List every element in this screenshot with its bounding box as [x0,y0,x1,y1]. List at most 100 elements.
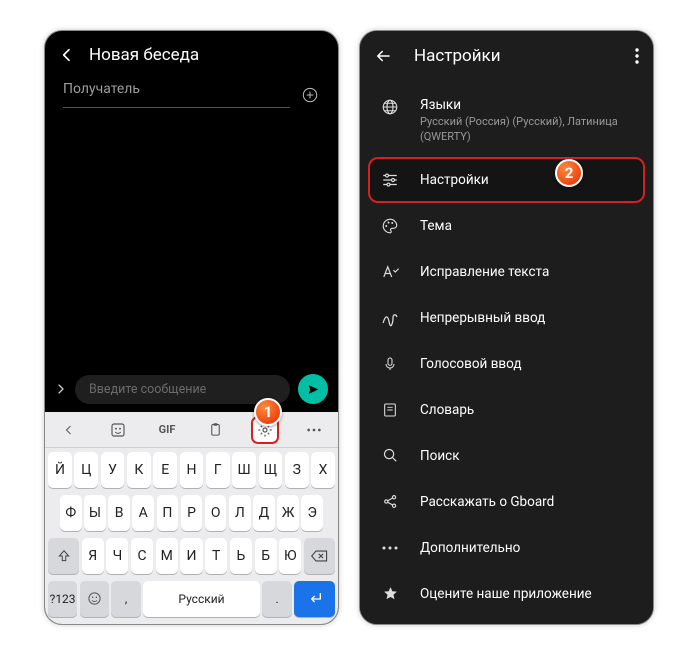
key[interactable]: К [127,452,151,488]
settings-item-languages[interactable]: Языки Русский (Россия) (Русский), Латини… [368,87,645,157]
keyboard-row-1: Й Ц У К Е Н Г Ш Щ З Х [45,448,338,491]
keyboard: GIF Й Ц У К Е Н Г Ш Щ З Х Ф Ы [45,412,338,624]
share-icon [380,492,400,512]
back-icon[interactable] [59,47,75,63]
key[interactable]: Т [205,538,227,574]
key[interactable]: Й [48,452,72,488]
overflow-icon[interactable] [635,48,639,64]
keyboard-row-3: Я Ч С М И Т Ь Б Ю [45,534,338,577]
message-input[interactable]: Введите сообщение [75,375,290,404]
shift-key[interactable] [48,538,79,574]
key[interactable]: Ж [277,495,299,531]
key[interactable]: Ч [106,538,128,574]
key[interactable]: Ф [60,495,82,531]
callout-badge-1: 1 [254,398,282,426]
comma-key[interactable]: , [111,581,140,617]
dots-icon [380,538,400,558]
key[interactable]: З [285,452,309,488]
clipboard-icon[interactable] [202,416,230,444]
key[interactable]: А [132,495,154,531]
sticker-icon[interactable] [104,416,132,444]
key[interactable]: В [108,495,130,531]
message-input-row: Введите сообщение [45,368,338,412]
text-correction-icon [380,262,400,282]
dot-key[interactable]: . [262,581,291,617]
settings-item-label: Тема [420,218,452,234]
key[interactable]: Д [253,495,275,531]
key[interactable]: Н [180,452,204,488]
key[interactable]: Х [311,452,335,488]
emoji-key[interactable] [80,581,109,617]
callout-badge-2: 2 [555,159,583,187]
settings-item-label: Настройки [420,172,489,188]
settings-item-advanced[interactable]: Дополнительно [368,525,645,571]
key[interactable]: О [205,495,227,531]
messaging-header: Новая беседа [45,31,338,71]
settings-item-label: Дополнительно [420,540,520,556]
settings-item-voice[interactable]: Голосовой ввод [368,341,645,387]
settings-item-label: Поиск [420,448,460,464]
message-body [45,112,338,368]
key[interactable]: Ю [279,538,301,574]
key[interactable]: Ь [230,538,252,574]
settings-item-label: Оцените наше приложение [420,586,592,602]
key[interactable]: Л [229,495,251,531]
settings-item-preferences[interactable]: Настройки [368,157,645,203]
gif-button[interactable]: GIF [153,416,181,444]
more-icon[interactable] [300,416,328,444]
settings-title: Настройки [414,46,613,66]
send-button[interactable] [298,374,328,404]
book-icon [380,400,400,420]
key[interactable]: Б [255,538,277,574]
palette-icon [380,216,400,236]
space-key[interactable]: Русский [143,581,260,617]
settings-item-label: Словарь [420,402,474,418]
key[interactable]: Ш [232,452,256,488]
key[interactable]: Е [153,452,177,488]
settings-header: Настройки [360,31,653,81]
key[interactable]: Я [82,538,104,574]
settings-list: Языки Русский (Россия) (Русский), Латини… [360,81,653,624]
add-recipient-icon[interactable] [300,85,320,105]
settings-item-label: Языки [420,97,633,113]
key[interactable]: Ы [84,495,106,531]
settings-item-search[interactable]: Поиск [368,433,645,479]
settings-item-glide-typing[interactable]: Непрерывный ввод [368,295,645,341]
recipient-row: Получатель [45,71,338,112]
gesture-icon [380,308,400,328]
key[interactable]: Г [206,452,230,488]
settings-screen: Настройки Языки Русский (Россия) (Русски… [359,30,654,625]
back-icon[interactable] [374,47,392,65]
search-icon [380,446,400,466]
keyboard-toolbar: GIF [45,412,338,448]
key[interactable]: С [131,538,153,574]
settings-item-label: Непрерывный ввод [420,310,545,326]
key[interactable]: Щ [259,452,283,488]
key[interactable]: Ц [74,452,98,488]
settings-item-subtitle: Русский (Россия) (Русский), Латиница (QW… [420,115,633,145]
key[interactable]: И [180,538,202,574]
settings-item-label: Расскажать о Gboard [420,494,554,510]
settings-item-label: Голосовой ввод [420,356,522,372]
settings-item-share[interactable]: Расскажать о Gboard [368,479,645,525]
keyboard-row-4: ?123 , Русский . [45,577,338,620]
key[interactable]: Э [301,495,323,531]
backspace-key[interactable] [304,538,335,574]
settings-item-label: Исправление текста [420,264,549,280]
key[interactable]: Р [181,495,203,531]
messaging-screen: Новая беседа Получатель Введите сообщени… [44,30,339,625]
key[interactable]: П [157,495,179,531]
settings-item-text-correction[interactable]: Исправление текста [368,249,645,295]
settings-item-theme[interactable]: Тема [368,203,645,249]
expand-icon[interactable] [55,383,67,395]
symbols-key[interactable]: ?123 [48,581,77,617]
enter-key[interactable] [294,581,335,617]
recipient-input[interactable]: Получатель [63,81,290,108]
settings-item-dictionary[interactable]: Словарь [368,387,645,433]
keyboard-row-2: Ф Ы В А П Р О Л Д Ж Э [45,491,338,534]
mic-icon [380,354,400,374]
settings-item-rate[interactable]: Оцените наше приложение [368,571,645,617]
chevron-left-icon[interactable] [55,416,83,444]
key[interactable]: У [101,452,125,488]
key[interactable]: М [156,538,178,574]
